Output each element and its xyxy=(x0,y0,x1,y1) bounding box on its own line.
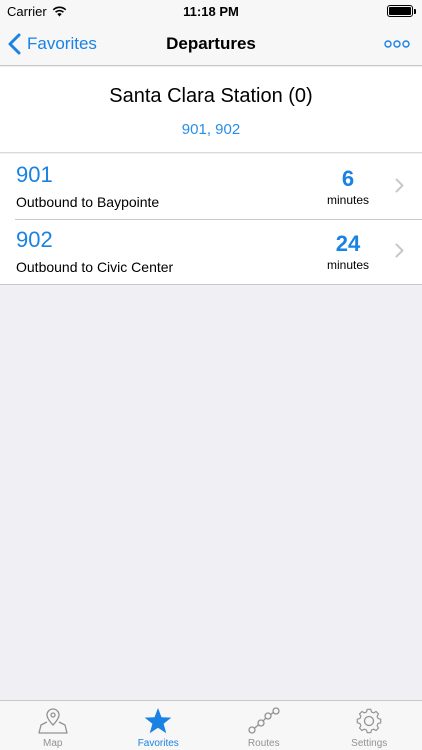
gear-icon xyxy=(356,708,382,734)
chevron-right-icon xyxy=(395,243,404,258)
route-destination: Outbound to Civic Center xyxy=(16,259,174,275)
stop-name: Santa Clara Station (0) xyxy=(109,85,313,107)
star-icon xyxy=(144,708,172,734)
arrival-unit: minutes xyxy=(326,258,370,272)
navigation-bar: Favorites Departures xyxy=(0,22,422,66)
tab-bar: Map Favorites Routes Settings xyxy=(0,700,422,750)
tab-label: Map xyxy=(43,738,63,749)
chevron-right-icon xyxy=(395,178,404,193)
tab-routes[interactable]: Routes xyxy=(211,701,317,750)
stop-header: Santa Clara Station (0) 901, 902 xyxy=(0,67,422,153)
tab-label: Settings xyxy=(351,738,388,749)
tab-label: Routes xyxy=(247,738,280,749)
tab-settings[interactable]: Settings xyxy=(317,701,422,750)
route-number: 902 xyxy=(16,227,53,252)
status-time: 11:18 PM xyxy=(183,4,239,19)
more-button[interactable] xyxy=(384,22,410,66)
more-icon xyxy=(384,40,410,48)
chevron-left-icon xyxy=(8,33,21,55)
departure-row[interactable]: 902 Outbound to Civic Center 24 minutes xyxy=(0,219,422,284)
departures-list: 901 Outbound to Baypointe 6 minutes 902 … xyxy=(0,154,422,285)
app-screen: Carrier 11:18 PM Favorites Departures Sa… xyxy=(0,0,422,750)
stop-routes: 901, 902 xyxy=(181,121,241,138)
route-number: 901 xyxy=(16,162,53,187)
arrival-unit: minutes xyxy=(326,193,370,207)
tab-label: Favorites xyxy=(137,738,179,749)
back-button[interactable]: Favorites xyxy=(8,22,97,66)
tab-map[interactable]: Map xyxy=(0,701,106,750)
arrival-minutes: 24 xyxy=(335,231,361,256)
map-pin-icon xyxy=(38,708,68,734)
arrival-minutes: 6 xyxy=(341,166,355,191)
battery-icon xyxy=(387,5,416,17)
status-bar: Carrier 11:18 PM xyxy=(0,0,422,22)
route-destination: Outbound to Baypointe xyxy=(16,194,160,210)
back-button-label: Favorites xyxy=(27,34,97,53)
routes-icon xyxy=(248,707,280,734)
departure-row[interactable]: 901 Outbound to Baypointe 6 minutes xyxy=(0,154,422,219)
tab-favorites[interactable]: Favorites xyxy=(106,701,212,750)
